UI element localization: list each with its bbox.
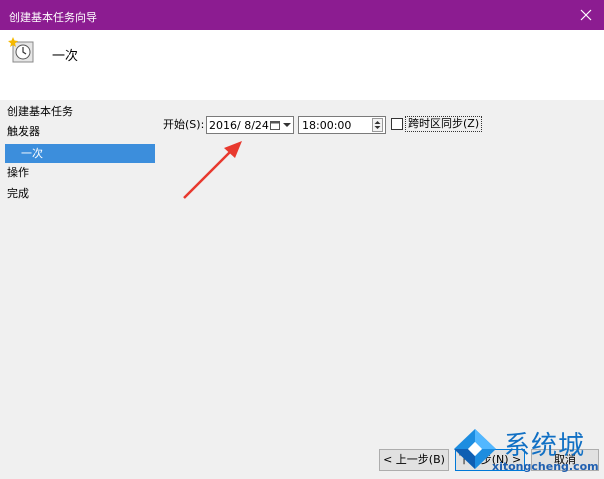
calendar-icon: [270, 121, 280, 130]
next-button[interactable]: 下一步(N) >: [455, 449, 525, 471]
nav-item-finish[interactable]: 完成: [7, 186, 29, 202]
close-button[interactable]: [568, 0, 604, 30]
red-arrow-annotation: [183, 141, 242, 199]
wizard-header: 一次: [0, 30, 604, 100]
nav-item-action[interactable]: 操作: [7, 165, 29, 181]
close-icon: [580, 9, 592, 21]
spinner-arrows-icon: [374, 121, 381, 129]
start-label: 开始(S):: [163, 118, 205, 131]
start-time-picker[interactable]: 18:00:00: [298, 116, 386, 134]
nav-item-once[interactable]: 一次: [5, 144, 155, 163]
task-clock-icon: [8, 37, 34, 63]
cancel-button[interactable]: 取消: [531, 449, 599, 471]
time-spinner[interactable]: [372, 118, 383, 132]
start-date-value: 2016/ 8/24: [209, 119, 269, 132]
back-button[interactable]: < 上一步(B): [379, 449, 449, 471]
wizard-window: 创建基本任务向导 一次 创建基本任务 触发器 一次 操作 完成 开始(S): 2…: [0, 0, 604, 479]
sync-timezone-checkbox[interactable]: [391, 118, 403, 130]
dropdown-arrow-icon[interactable]: [283, 121, 291, 129]
nav-item-trigger[interactable]: 触发器: [7, 124, 40, 140]
nav-item-create-task[interactable]: 创建基本任务: [7, 104, 73, 120]
title-bar[interactable]: 创建基本任务向导: [0, 0, 604, 30]
start-date-picker[interactable]: 2016/ 8/24: [206, 116, 294, 134]
start-time-value: 18:00:00: [302, 119, 352, 132]
window-title: 创建基本任务向导: [9, 11, 97, 24]
sync-timezone-label[interactable]: 跨时区同步(Z): [405, 116, 483, 132]
header-title: 一次: [52, 49, 79, 64]
